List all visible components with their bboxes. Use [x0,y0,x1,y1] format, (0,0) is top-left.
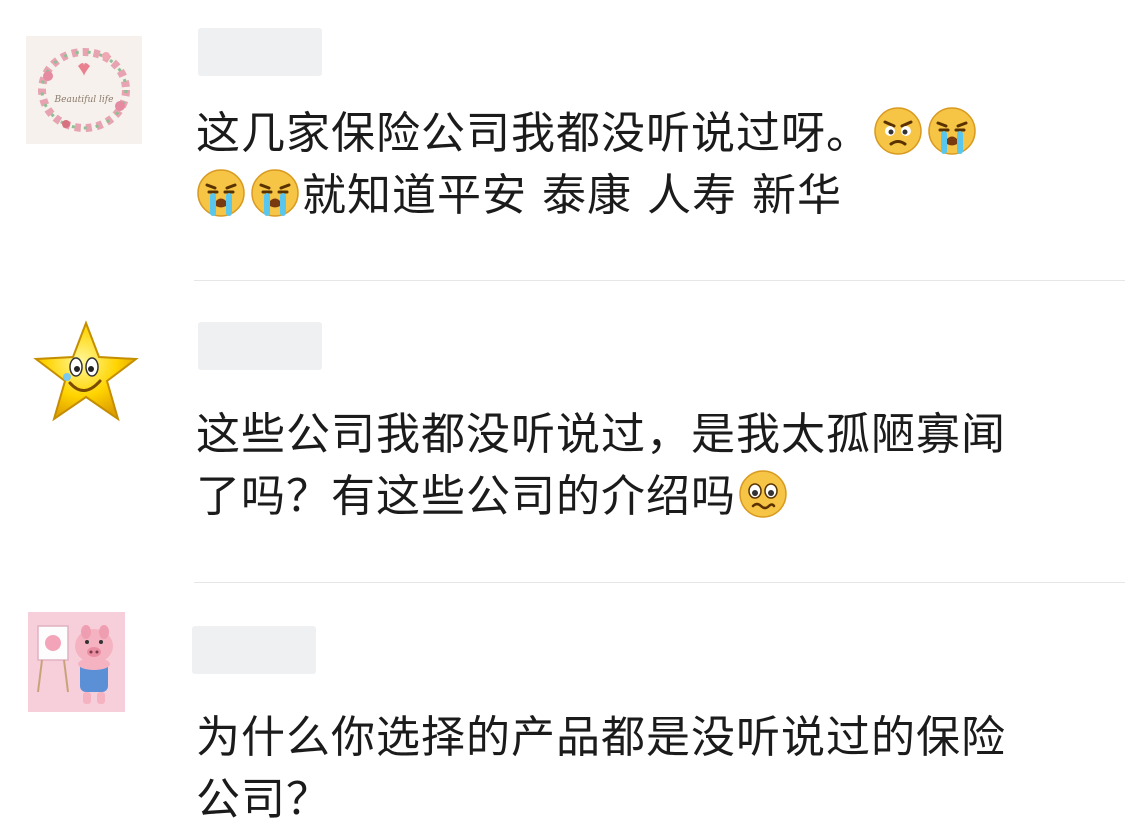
user-avatar[interactable]: Beautiful life [26,36,142,144]
comment-line: 这些公司我都没听说过，是我太孤陋寡闻 [196,409,1006,460]
comment-item: Beautiful life 这几家保险公司我都没听说过呀。 就知道平安 泰康 … [0,0,1125,281]
flower-wreath-avatar: Beautiful life [26,36,142,144]
cartoon-pig-avatar [28,612,125,712]
user-avatar[interactable] [30,319,142,429]
username[interactable] [192,626,316,674]
user-avatar[interactable] [28,612,125,712]
comment-line: 就知道平安 泰康 人寿 新华 [302,170,842,221]
crying-face-icon [196,168,246,218]
avatar-caption: Beautiful life [54,95,114,105]
comment-text: 为什么你选择的产品都是没听说过的保险 公司？ [196,707,1096,831]
comment-line: 公司？ [196,774,331,825]
username[interactable] [198,322,322,370]
angry-face-icon [873,106,923,156]
comment-item: 这些公司我都没听说过，是我太孤陋寡闻 了吗？有这些公司的介绍吗 [0,281,1125,583]
comment-item: 为什么你选择的产品都是没听说过的保险 公司？ [0,583,1125,825]
comment-text: 这些公司我都没听说过，是我太孤陋寡闻 了吗？有这些公司的介绍吗 [196,404,1096,528]
smiling-star-avatar [33,320,139,422]
worried-face-icon [738,469,788,519]
username[interactable] [198,28,322,76]
comment-line: 为什么你选择的产品都是没听说过的保险 [196,712,1006,763]
comment-text: 这几家保险公司我都没听说过呀。 就知道平安 泰康 人寿 新华 [196,103,1096,227]
comment-line: 这几家保险公司我都没听说过呀。 [196,108,871,159]
crying-face-icon [927,106,977,156]
crying-face-icon [250,168,300,218]
comment-line: 了吗？有这些公司的介绍吗 [196,471,736,522]
